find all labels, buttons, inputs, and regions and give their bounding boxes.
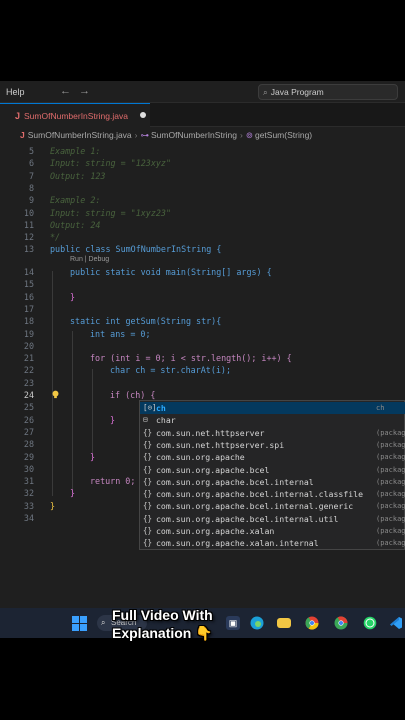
code-line: 23 (23, 377, 34, 388)
suggestion-item[interactable]: {}com.sun.org.apache(package (140, 451, 405, 463)
suggestion-item[interactable]: {} com.sun.org.apache.bcel.internal (packa… (140, 476, 405, 488)
suggestion-item[interactable]: {}com.sun.net.httpserver(package (140, 427, 405, 439)
title-bar: Help ←→ ⌕ Java Program (0, 81, 405, 103)
package-icon: {} (143, 513, 153, 523)
autocomplete-suggestions[interactable]: [⊙] ch ch ⊟ char {} com.sun.net.httpserver (p… (139, 400, 405, 550)
code-line: 22 char ch = str.charAt(i); (23, 365, 232, 376)
java-file-icon: J (20, 130, 25, 140)
code-line: 11 Output: 24 (23, 219, 101, 230)
code-line: 9 Example 2: (28, 195, 101, 206)
code-line: 8 (28, 182, 34, 193)
variable-icon: [⊙] (143, 403, 157, 412)
package-icon: {} (143, 464, 153, 474)
code-line: 16} (23, 291, 76, 302)
windows-icon[interactable] (72, 616, 87, 631)
code-line: 21 for (int i = 0; i < str.length(); i++)… (23, 353, 292, 364)
code-line: 18 static int getSum(String str){ (23, 316, 222, 327)
forward-arrow-icon[interactable]: → (79, 85, 98, 97)
java-file-icon: J (15, 110, 21, 121)
suggestion-item[interactable]: {} com.sun.org.apache.xalan.internal (pack… (140, 537, 405, 549)
suggestion-item[interactable]: {}com.sun.net.httpserver.spi(package (140, 439, 405, 451)
code-line: 5 Example 1: (28, 146, 101, 156)
code-line: 6 Input: string = "123xyz" (28, 158, 172, 169)
lightbulb-icon[interactable] (51, 390, 60, 399)
code-line: 20 (23, 340, 34, 351)
breadcrumb-file[interactable]: SumOfNumberInString.java (28, 130, 132, 140)
suggestion-item[interactable]: ⊟ char (140, 414, 405, 426)
whatsapp-icon[interactable] (363, 616, 377, 630)
chrome-alt-icon[interactable] (334, 616, 348, 630)
suggestion-item[interactable]: {}com.sun.org.apache.bcel(package (140, 464, 405, 476)
search-icon: ⌕ (263, 87, 268, 97)
command-center-search[interactable]: ⌕ Java Program (258, 84, 398, 100)
tab-label: SumOfNumberInString.java (24, 110, 128, 121)
vscode-icon[interactable] (389, 616, 403, 630)
code-line: 19 int ans = 0; (23, 328, 151, 339)
breadcrumb: J SumOfNumberInString.java › ⊶ SumOfNumb… (0, 127, 405, 143)
search-icon: ⌕ (101, 618, 106, 627)
run-debug-codelens[interactable]: Run | Debug (70, 256, 109, 263)
code-line: 14 public static void main(String[] args)… (23, 267, 272, 277)
suggestion-item[interactable]: {}com.sun.org.apache.xalan(package (140, 525, 405, 537)
chrome-icon[interactable] (305, 616, 319, 630)
menu-help[interactable]: Help (0, 87, 25, 97)
caption-line-1: Full Video With (112, 607, 213, 623)
package-icon: {} (143, 489, 153, 499)
nav-arrows: ←→ (60, 85, 98, 97)
back-arrow-icon[interactable]: ← (60, 85, 79, 97)
caption-line-2: Explanation 👇 (112, 625, 213, 641)
code-line: 10 Input: string = "1xyz23" (23, 207, 172, 218)
code-line: 17 (23, 303, 34, 314)
file-explorer-icon[interactable] (277, 618, 291, 628)
code-line: 15 (23, 279, 34, 290)
code-line: 12 */ (23, 232, 61, 243)
code-line: 7 Output: 123 (28, 170, 106, 181)
method-icon: ⊚ (245, 129, 253, 140)
keyword-icon: ⊟ (143, 415, 148, 425)
chevron-right-icon: › (240, 130, 243, 140)
suggestion-item[interactable]: [⊙] ch ch (140, 402, 405, 415)
breadcrumb-method[interactable]: getSum(String) (255, 130, 312, 140)
package-icon: {} (143, 439, 153, 449)
suggestion-item[interactable]: {} com.sun.org.apache.bcel.internal.gener… (140, 500, 405, 512)
package-icon: {} (143, 538, 153, 548)
pointing-down-icon: 👇 (195, 625, 213, 641)
package-icon: {} (143, 476, 153, 486)
code-line: 13 public class SumOfNumberInString { (23, 244, 222, 255)
unsaved-dot-icon[interactable] (140, 112, 146, 118)
editor-tab-bar: J SumOfNumberInString.java (0, 103, 405, 127)
chevron-right-icon: › (134, 130, 138, 140)
suggestion-item[interactable]: {} com.sun.org.apache.bcel.internal.util(… (140, 513, 405, 525)
video-caption-overlay: Full Video With Explanation 👇 (112, 606, 262, 642)
suggestion-item[interactable]: {} com.sun.org.apache.bcel.internal.class… (140, 488, 405, 500)
tab-sumofnumberinstring[interactable]: J SumOfNumberInString.java (0, 103, 150, 127)
package-icon: {} (143, 526, 153, 535)
package-icon: {} (143, 427, 153, 437)
package-icon: {} (143, 501, 153, 511)
breadcrumb-class[interactable]: SumOfNumberInString (151, 130, 237, 140)
class-icon: ⊶ (140, 129, 150, 140)
search-label: Java Program (270, 87, 324, 97)
package-icon: {} (143, 452, 153, 462)
